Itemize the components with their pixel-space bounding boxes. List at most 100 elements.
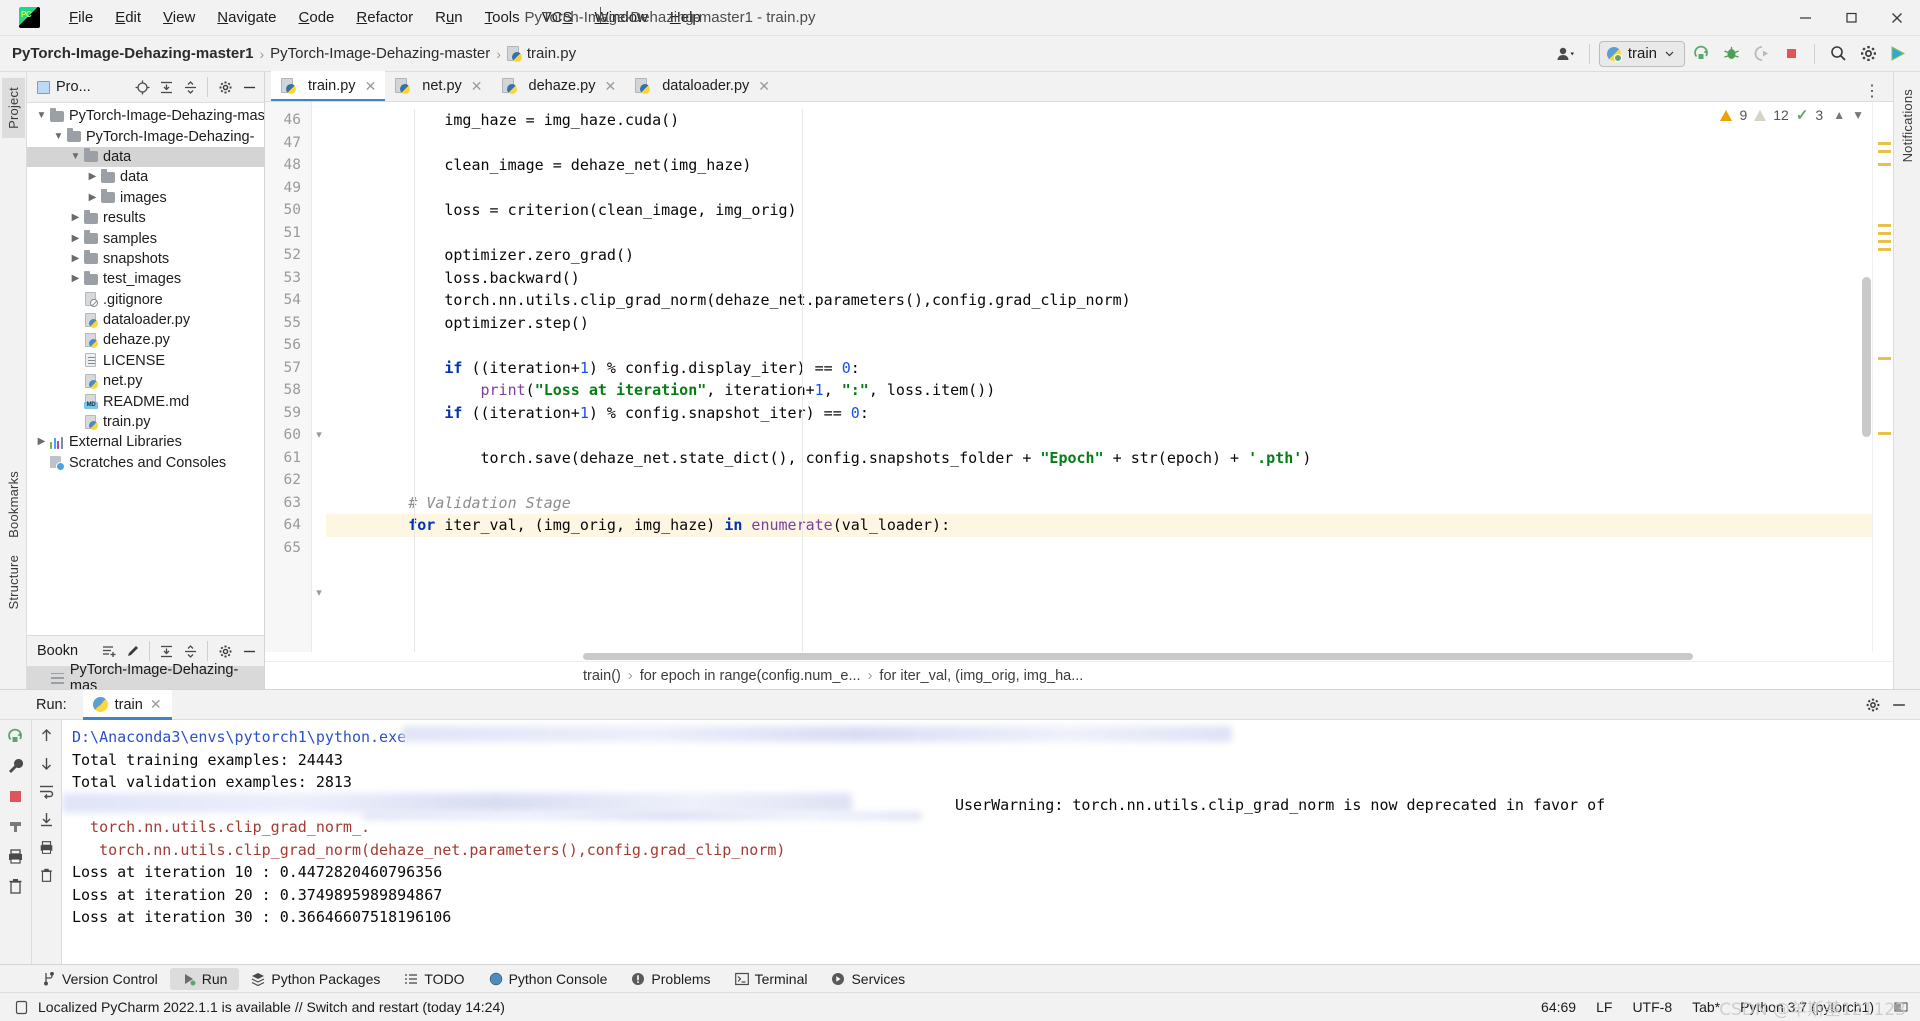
close-icon[interactable]: ✕: [604, 78, 616, 95]
breadcrumb-module[interactable]: PyTorch-Image-Dehazing-master: [270, 45, 490, 62]
hide-panel-icon[interactable]: [238, 76, 260, 98]
code-line[interactable]: [326, 334, 1872, 357]
code-line[interactable]: torch.nn.utils.clip_grad_norm(dehaze_net…: [326, 289, 1872, 312]
debug-icon[interactable]: [1717, 41, 1745, 67]
file-encoding[interactable]: UTF-8: [1632, 999, 1672, 1015]
tool-window-button-problems[interactable]: Problems: [619, 968, 722, 990]
code-line[interactable]: clean_image = dehaze_net(img_haze): [326, 154, 1872, 177]
menu-item-view[interactable]: View: [152, 6, 206, 29]
tool-window-button-python-console[interactable]: Python Console: [477, 968, 620, 990]
chevron-right-icon[interactable]: ▶: [33, 437, 50, 447]
updates-icon[interactable]: [1884, 41, 1912, 67]
line-separator[interactable]: LF: [1596, 999, 1612, 1015]
caret-position[interactable]: 64:69: [1541, 999, 1576, 1015]
settings-wrench-icon[interactable]: [6, 757, 25, 776]
code-line[interactable]: [326, 132, 1872, 155]
menu-item-navigate[interactable]: Navigate: [206, 6, 287, 29]
project-settings-gear-icon[interactable]: [214, 76, 236, 98]
tool-window-button-services[interactable]: Services: [819, 968, 917, 990]
fold-marker-icon[interactable]: ▾: [312, 582, 326, 605]
tree-node[interactable]: dataloader.py: [27, 310, 264, 330]
tree-node[interactable]: dehaze.py: [27, 330, 264, 350]
tree-node[interactable]: net.py: [27, 371, 264, 391]
chevron-right-icon[interactable]: ▶: [67, 253, 84, 264]
collapse-all-icon[interactable]: [179, 76, 201, 98]
code-line[interactable]: [326, 424, 1872, 447]
tool-window-button-run[interactable]: Run: [169, 967, 240, 990]
menu-item-tools[interactable]: Tools: [474, 6, 531, 29]
collapse-all-bookmarks-icon[interactable]: [179, 640, 201, 662]
tree-node[interactable]: ▶ test_images: [27, 269, 264, 289]
tree-node[interactable]: ▶ results: [27, 208, 264, 228]
scroll-down-icon[interactable]: [38, 755, 55, 772]
menu-item-vcs[interactable]: VCS: [531, 6, 584, 29]
menu-item-refactor[interactable]: Refactor: [345, 6, 424, 29]
sidebar-tab-bookmarks[interactable]: Bookmarks: [2, 462, 25, 547]
code-breadcrumb-item[interactable]: for epoch in range(config.num_e...: [640, 668, 861, 684]
close-icon[interactable]: ✕: [758, 78, 770, 95]
chevron-right-icon[interactable]: ▶: [67, 274, 84, 284]
code-line[interactable]: [326, 222, 1872, 245]
tree-node[interactable]: ▼ PyTorch-Image-Dehazing-: [27, 126, 264, 146]
code-line[interactable]: optimizer.step(): [326, 312, 1872, 335]
sidebar-tab-notifications[interactable]: Notifications: [1896, 80, 1919, 171]
tree-node[interactable]: LICENSE: [27, 351, 264, 371]
inspection-widget[interactable]: 9 12 ✓ 3 ▲ ▼: [1720, 102, 1872, 128]
print-icon[interactable]: [6, 847, 25, 866]
code-line[interactable]: for iter_val, (img_orig, img_haze) in en…: [326, 514, 1872, 537]
editor-vertical-scrollbar[interactable]: [1862, 277, 1871, 437]
expand-all-bookmarks-icon[interactable]: [155, 640, 177, 662]
chevron-right-icon[interactable]: ▶: [84, 172, 101, 182]
chevron-right-icon[interactable]: ▶: [67, 213, 84, 223]
python-interpreter[interactable]: Python 3.7 (pytorch1): [1740, 999, 1874, 1015]
scroll-to-end-icon[interactable]: [38, 811, 55, 828]
search-everywhere-icon[interactable]: [1824, 41, 1852, 67]
tree-node[interactable]: .gitignore: [27, 290, 264, 310]
console-print-icon[interactable]: [38, 839, 55, 856]
clear-all-icon[interactable]: [38, 867, 55, 884]
next-problem-icon[interactable]: ▼: [1852, 108, 1864, 122]
editor-tab-dataloader-py[interactable]: dataloader.py ✕: [625, 71, 779, 101]
minimize-button[interactable]: [1782, 0, 1828, 36]
chevron-down-icon[interactable]: ▼: [33, 111, 50, 121]
breadcrumb-project[interactable]: PyTorch-Image-Dehazing-master1: [12, 45, 253, 62]
chevron-right-icon[interactable]: ▶: [84, 192, 101, 203]
pin-icon[interactable]: [6, 817, 25, 836]
run-configuration-selector[interactable]: train: [1598, 40, 1685, 67]
edit-bookmark-icon[interactable]: [122, 640, 144, 662]
code-breadcrumb-item[interactable]: train(): [583, 668, 621, 684]
code-line[interactable]: loss.backward(): [326, 267, 1872, 290]
tool-window-button-todo[interactable]: TODO: [392, 968, 476, 990]
scroll-up-icon[interactable]: [38, 727, 55, 744]
fold-marker-icon[interactable]: ▾: [312, 424, 326, 447]
stop-icon[interactable]: [1777, 41, 1805, 67]
locate-file-icon[interactable]: [131, 76, 153, 98]
breadcrumb-file[interactable]: train.py: [506, 45, 576, 62]
run-console-output[interactable]: D:\Anaconda3\envs\pytorch1\python.exe To…: [62, 720, 1920, 964]
code-line[interactable]: [326, 469, 1872, 492]
menu-item-help[interactable]: Help: [659, 6, 712, 29]
rerun-icon[interactable]: [1687, 41, 1715, 67]
tree-node[interactable]: ▼ data: [27, 146, 264, 168]
tree-node[interactable]: Scratches and Consoles: [27, 453, 264, 473]
soft-wrap-icon[interactable]: [38, 783, 55, 800]
close-button[interactable]: [1874, 0, 1920, 36]
tree-node[interactable]: ▶ data: [27, 167, 264, 187]
tree-node[interactable]: ▼ PyTorch-Image-Dehazing-mas: [27, 106, 264, 126]
bookmark-item[interactable]: PyTorch-Image-Dehazing-mas: [27, 662, 264, 694]
code-line[interactable]: if ((iteration+1) % config.display_iter)…: [326, 357, 1872, 380]
chevron-down-icon[interactable]: ▼: [50, 131, 67, 142]
editor-tab-train-py[interactable]: train.py ✕: [271, 71, 386, 101]
notification-icon[interactable]: [14, 1000, 29, 1015]
tree-node[interactable]: train.py: [27, 412, 264, 432]
tree-node[interactable]: ▶ images: [27, 188, 264, 208]
status-message[interactable]: Localized PyCharm 2022.1.1 is available …: [38, 999, 505, 1015]
bookmarks-settings-gear-icon[interactable]: [214, 640, 236, 662]
sidebar-tab-structure[interactable]: Structure: [2, 546, 25, 619]
code-line[interactable]: img_haze = img_haze.cuda(): [326, 109, 1872, 132]
code-line[interactable]: if ((iteration+1) % config.snapshot_iter…: [326, 402, 1872, 425]
rerun-icon[interactable]: [6, 727, 25, 746]
editor-tab-net-py[interactable]: net.py ✕: [385, 71, 491, 101]
maximize-button[interactable]: [1828, 0, 1874, 36]
tool-window-button-version-control[interactable]: Version Control: [30, 968, 170, 990]
